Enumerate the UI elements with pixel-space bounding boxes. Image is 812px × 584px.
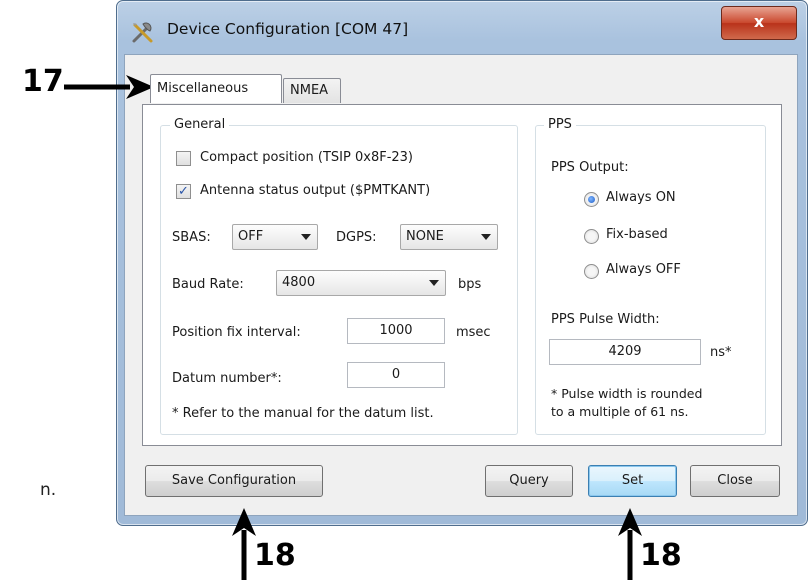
radio-fix-based-label: Fix-based xyxy=(606,227,668,242)
radio-always-on[interactable] xyxy=(584,192,599,207)
sbas-select[interactable]: OFF xyxy=(232,224,318,250)
radio-always-off-label: Always OFF xyxy=(606,262,681,277)
chevron-down-icon xyxy=(481,234,491,240)
query-button[interactable]: Query xyxy=(485,465,573,497)
dgps-select[interactable]: NONE xyxy=(400,224,498,250)
pps-note-line1: * Pulse width is rounded xyxy=(551,386,703,401)
close-icon: x xyxy=(753,12,765,31)
datum-label: Datum number*: xyxy=(172,371,282,386)
close-button[interactable]: Close xyxy=(690,465,780,497)
tools-icon xyxy=(129,19,157,47)
save-configuration-button[interactable]: Save Configuration xyxy=(145,465,323,497)
baud-rate-label: Baud Rate: xyxy=(172,277,244,292)
radio-always-on-label: Always ON xyxy=(606,190,676,205)
compact-position-label: Compact position (TSIP 0x8F-23) xyxy=(200,150,414,165)
callout-number-tab: 17 xyxy=(22,64,64,99)
radio-selected-dot xyxy=(588,196,595,203)
compact-position-checkbox[interactable] xyxy=(176,151,191,166)
chevron-down-icon xyxy=(301,234,311,240)
baud-rate-select[interactable]: 4800 xyxy=(276,270,446,296)
set-button[interactable]: Set xyxy=(588,465,677,497)
pps-pulse-width-label: PPS Pulse Width: xyxy=(551,312,660,327)
baud-rate-value: 4800 xyxy=(282,275,316,290)
chevron-down-icon xyxy=(429,280,439,286)
datum-note: * Refer to the manual for the datum list… xyxy=(172,406,434,421)
tab-nmea[interactable]: NMEA xyxy=(283,78,341,103)
sbas-label: SBAS: xyxy=(172,230,211,245)
pps-note-line2: to a multiple of 61 ns. xyxy=(551,404,689,419)
callout-number-set: 18 xyxy=(640,538,682,573)
radio-always-off[interactable] xyxy=(584,264,599,279)
datum-input[interactable]: 0 xyxy=(347,362,445,388)
window-title: Device Configuration [COM 47] xyxy=(167,20,409,38)
dgps-label: DGPS: xyxy=(336,230,377,245)
tab-label: NMEA xyxy=(290,83,329,98)
antenna-status-checkbox[interactable]: ✓ xyxy=(176,184,191,199)
position-fix-input[interactable]: 1000 xyxy=(347,318,445,344)
antenna-status-label: Antenna status output ($PMTKANT) xyxy=(200,183,431,198)
position-fix-label: Position fix interval: xyxy=(172,325,301,340)
position-fix-unit: msec xyxy=(456,325,491,340)
callout-arrow-right xyxy=(64,72,154,102)
pps-group-label: PPS xyxy=(544,117,576,132)
checkmark-icon: ✓ xyxy=(178,184,189,199)
sbas-value: OFF xyxy=(238,229,264,244)
pps-output-label: PPS Output: xyxy=(551,160,629,175)
baud-rate-unit: bps xyxy=(458,277,482,292)
document-text-fragment: n. xyxy=(40,480,57,500)
tab-label: Miscellaneous xyxy=(157,81,249,96)
general-group-label: General xyxy=(170,117,230,132)
radio-fix-based[interactable] xyxy=(584,229,599,244)
pps-pulse-width-input[interactable]: 4209 xyxy=(549,339,701,365)
pps-pulse-width-unit: ns* xyxy=(710,345,732,360)
window-close-button[interactable]: x xyxy=(721,6,797,40)
dgps-value: NONE xyxy=(406,229,444,244)
callout-number-save: 18 xyxy=(254,538,296,573)
tab-miscellaneous[interactable]: Miscellaneous xyxy=(150,74,282,103)
